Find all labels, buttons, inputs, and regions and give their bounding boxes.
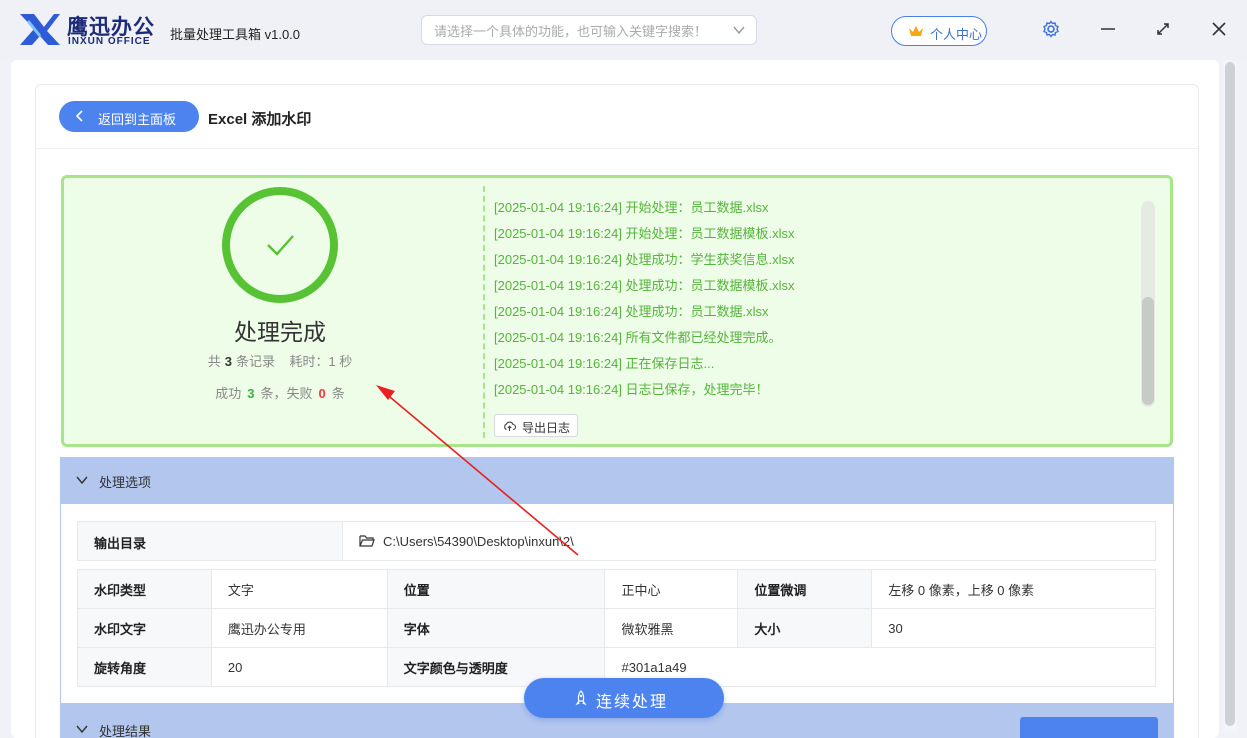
table-value: 30 — [871, 608, 1156, 648]
log-line: [2025-01-04 19:16:24] 开始处理：员工数据.xlsx — [494, 200, 769, 215]
log-list: [2025-01-04 19:16:24] 开始处理：员工数据.xlsx [20… — [494, 199, 1114, 407]
chevron-down-icon[interactable] — [732, 23, 746, 37]
back-to-home-button[interactable]: 返回到主面板 — [59, 101, 199, 132]
fail-count: 0 — [318, 386, 326, 401]
output-dir-row: 输出目录 C:\Users\54390\Desktop\inxun\2\ — [77, 521, 1156, 561]
log-line: [2025-01-04 19:16:24] 开始处理：员工数据模板.xlsx — [494, 226, 795, 241]
success-count: 3 — [247, 386, 255, 401]
table-value: 左移 0 像素，上移 0 像素 — [871, 569, 1156, 609]
total-prefix: 共 — [207, 354, 221, 369]
fail-suffix: 条 — [331, 386, 345, 401]
continue-label: 连续处理 — [596, 694, 669, 711]
log-line: [2025-01-04 19:16:24] 所有文件都已经处理完成。 — [494, 330, 782, 345]
elapsed-time: 耗时：1 秒 — [289, 354, 353, 369]
table-key: 位置微调 — [737, 569, 873, 609]
table-row: 水印类型 文字 位置 正中心 位置微调 左移 0 像素，上移 0 像素 — [77, 569, 1156, 609]
status-title: 处理完成 — [234, 319, 326, 345]
rocket-icon — [575, 690, 587, 706]
search-box[interactable] — [421, 15, 757, 45]
options-section-header[interactable]: 处理选项 — [60, 457, 1174, 504]
main-scrollbar[interactable] — [1223, 60, 1237, 732]
output-dir-label: 输出目录 — [78, 522, 343, 560]
table-key: 位置 — [386, 569, 606, 609]
table-key: 旋转角度 — [77, 647, 212, 687]
maximize-icon[interactable] — [1154, 20, 1172, 38]
success-suffix: 条，失败 — [260, 386, 313, 401]
user-center-button[interactable]: 个人中心 — [891, 16, 987, 46]
scrollbar-thumb[interactable] — [1225, 62, 1235, 726]
crown-icon — [909, 26, 923, 36]
chevron-down-icon — [76, 725, 88, 734]
minimize-icon[interactable] — [1099, 20, 1117, 38]
success-prefix: 成功 — [215, 386, 242, 401]
log-line: [2025-01-04 19:16:24] 处理成功：员工数据.xlsx — [494, 304, 769, 319]
settings-icon[interactable] — [1042, 20, 1060, 38]
log-line: [2025-01-04 19:16:24] 正在保存日志... — [494, 356, 715, 371]
result-divider — [483, 186, 485, 438]
table-key: 水印文字 — [77, 608, 212, 648]
table-value: 正中心 — [604, 569, 739, 609]
search-input[interactable] — [434, 21, 724, 41]
back-label: 返回到主面板 — [98, 112, 177, 127]
page-title: Excel 添加水印 — [208, 111, 312, 128]
options-section-title: 处理选项 — [99, 475, 152, 490]
table-value: 微软雅黑 — [604, 608, 739, 648]
user-center-label: 个人中心 — [930, 27, 983, 42]
chevron-down-icon — [76, 476, 88, 485]
back-arrow-icon — [75, 110, 83, 122]
summary-total: 共 3 条记录 耗时：1 秒 — [160, 351, 400, 370]
table-key: 字体 — [386, 608, 606, 648]
table-value: 文字 — [210, 569, 388, 609]
logo-icon — [20, 14, 60, 45]
table-key: 大小 — [737, 608, 873, 648]
table-key: 水印类型 — [77, 569, 212, 609]
open-output-button[interactable] — [1020, 717, 1158, 738]
logo-subtext: INXUN OFFICE — [68, 36, 151, 47]
table-value: 鹰迅办公专用 — [210, 608, 388, 648]
log-scrollbar-thumb[interactable] — [1142, 297, 1154, 405]
log-scrollbar[interactable] — [1141, 201, 1155, 407]
cloud-upload-icon — [504, 421, 516, 431]
log-line: [2025-01-04 19:16:24] 日志已保存，处理完毕！ — [494, 382, 769, 397]
app-title: 批量处理工具箱 v1.0.0 — [170, 27, 301, 42]
close-icon[interactable] — [1210, 20, 1228, 38]
check-circle-icon — [222, 187, 338, 303]
folder-icon[interactable] — [359, 534, 375, 548]
title-bar: 鹰迅办公 INXUN OFFICE 批量处理工具箱 v1.0.0 个人中心 — [0, 0, 1247, 60]
total-count: 3 — [224, 354, 232, 369]
total-suffix: 条记录 — [235, 354, 275, 369]
result-section-title: 处理结果 — [99, 724, 152, 738]
log-line: [2025-01-04 19:16:24] 处理成功：学生获奖信息.xlsx — [494, 252, 795, 267]
export-log-button[interactable]: 导出日志 — [494, 414, 578, 437]
export-log-label: 导出日志 — [522, 421, 571, 435]
table-value: 20 — [210, 647, 388, 687]
log-line: [2025-01-04 19:16:24] 处理成功：员工数据模板.xlsx — [494, 278, 795, 293]
table-row: 水印文字 鹰迅办公专用 字体 微软雅黑 大小 30 — [77, 608, 1156, 648]
continue-button[interactable]: 连续处理 — [524, 678, 724, 718]
output-dir-path[interactable]: C:\Users\54390\Desktop\inxun\2\ — [383, 534, 574, 549]
options-table: 水印类型 文字 位置 正中心 位置微调 左移 0 像素，上移 0 像素 水印文字… — [77, 569, 1156, 687]
summary-success: 成功 3 条，失败 0 条 — [160, 383, 400, 402]
